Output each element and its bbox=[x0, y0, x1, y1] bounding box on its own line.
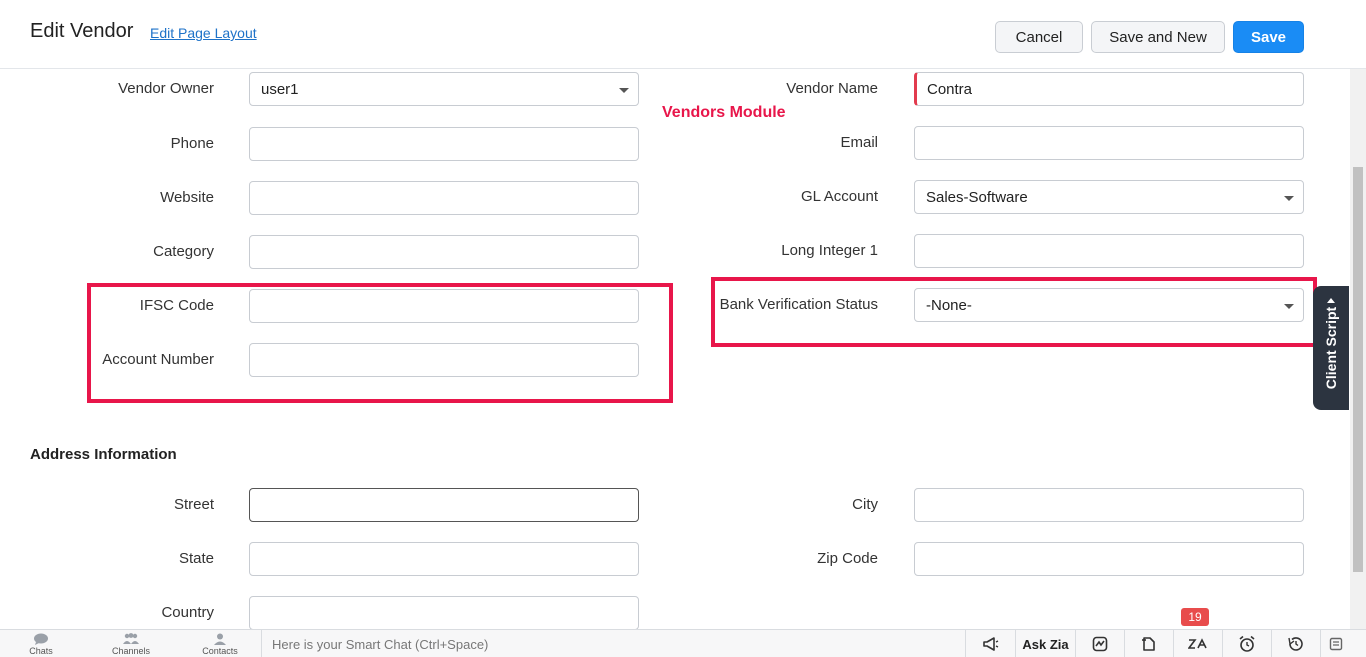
country-label: Country bbox=[161, 604, 214, 621]
long-integer-1-input[interactable] bbox=[914, 234, 1304, 268]
save-and-new-button[interactable]: Save and New bbox=[1091, 21, 1225, 53]
contacts-button[interactable]: Contacts bbox=[198, 630, 242, 657]
save-button[interactable]: Save bbox=[1233, 21, 1304, 53]
city-label: City bbox=[852, 496, 878, 513]
gl-account-label: GL Account bbox=[801, 188, 878, 205]
caret-up-icon bbox=[1327, 298, 1335, 303]
address-section-title: Address Information bbox=[30, 446, 177, 463]
smart-chat-input[interactable]: Here is your Smart Chat (Ctrl+Space) bbox=[261, 630, 965, 657]
long-integer-1-label: Long Integer 1 bbox=[781, 242, 878, 259]
chats-button[interactable]: Chats bbox=[20, 630, 62, 657]
page-title: Edit Vendor bbox=[30, 20, 134, 42]
vendor-owner-label: Vendor Owner bbox=[118, 80, 214, 97]
website-label: Website bbox=[160, 189, 214, 206]
notes-icon bbox=[1329, 637, 1342, 651]
page-header: Edit Vendor Edit Page Layout Cancel Save… bbox=[0, 0, 1366, 69]
chat-icon bbox=[34, 633, 48, 645]
bottom-bar: Chats Channels Contacts Here is your Sma… bbox=[0, 629, 1366, 657]
notification-badge: 19 bbox=[1181, 608, 1209, 626]
announcements-button[interactable] bbox=[965, 630, 1015, 657]
signal-icon bbox=[1092, 636, 1108, 652]
page-scrollbar[interactable] bbox=[1350, 69, 1366, 629]
zip-code-label: Zip Code bbox=[817, 550, 878, 567]
reminders-button[interactable] bbox=[1222, 630, 1271, 657]
zia-icon bbox=[1188, 638, 1207, 649]
recent-items-button[interactable] bbox=[1271, 630, 1320, 657]
street-input[interactable] bbox=[249, 488, 639, 522]
vendor-name-label: Vendor Name bbox=[786, 80, 878, 97]
website-input[interactable] bbox=[249, 181, 639, 215]
category-label: Category bbox=[153, 243, 214, 260]
vendor-name-input[interactable]: Contra bbox=[914, 72, 1304, 106]
client-script-tab[interactable]: Client Script bbox=[1313, 286, 1349, 410]
contacts-icon bbox=[214, 633, 226, 645]
street-label: Street bbox=[173, 496, 214, 513]
notes-button[interactable] bbox=[1320, 630, 1350, 657]
country-input[interactable] bbox=[249, 596, 639, 630]
client-script-label: Client Script bbox=[1323, 306, 1339, 390]
email-input[interactable] bbox=[914, 126, 1304, 160]
vendor-owner-select[interactable]: user1 bbox=[249, 72, 639, 106]
zia-notifications-button[interactable] bbox=[1173, 630, 1222, 657]
channels-label: Channels bbox=[111, 645, 151, 656]
contacts-label: Contacts bbox=[202, 645, 238, 656]
category-input[interactable] bbox=[249, 235, 639, 269]
city-input[interactable] bbox=[914, 488, 1304, 522]
signals-button[interactable] bbox=[1075, 630, 1124, 657]
channels-icon bbox=[123, 632, 139, 644]
vendors-module-annotation: Vendors Module bbox=[662, 104, 786, 121]
state-label: State bbox=[178, 550, 214, 567]
edit-page-layout-link[interactable]: Edit Page Layout bbox=[150, 25, 257, 41]
tags-button[interactable] bbox=[1124, 630, 1173, 657]
vendor-owner-value: user1 bbox=[261, 80, 299, 98]
cancel-button[interactable]: Cancel bbox=[995, 21, 1083, 53]
ask-zia-button[interactable]: Ask Zia bbox=[1015, 630, 1075, 657]
gl-account-value: Sales-Software bbox=[926, 188, 1028, 206]
state-input[interactable] bbox=[249, 542, 639, 576]
gl-account-select[interactable]: Sales-Software bbox=[914, 180, 1304, 214]
zip-code-input[interactable] bbox=[914, 542, 1304, 576]
megaphone-icon bbox=[982, 637, 998, 651]
email-label: Email bbox=[840, 134, 878, 151]
scrollbar-thumb[interactable] bbox=[1353, 167, 1363, 572]
phone-label: Phone bbox=[170, 135, 214, 152]
phone-input[interactable] bbox=[249, 127, 639, 161]
caret-down-icon bbox=[1284, 196, 1294, 201]
tag-icon bbox=[1142, 637, 1155, 651]
alarm-icon bbox=[1239, 635, 1255, 652]
bank-details-highlight-box bbox=[87, 283, 673, 403]
bank-verification-highlight-box bbox=[711, 277, 1317, 347]
history-icon bbox=[1288, 637, 1303, 651]
caret-down-icon bbox=[619, 88, 629, 93]
channels-button[interactable]: Channels bbox=[108, 630, 154, 657]
chats-label: Chats bbox=[29, 645, 53, 656]
